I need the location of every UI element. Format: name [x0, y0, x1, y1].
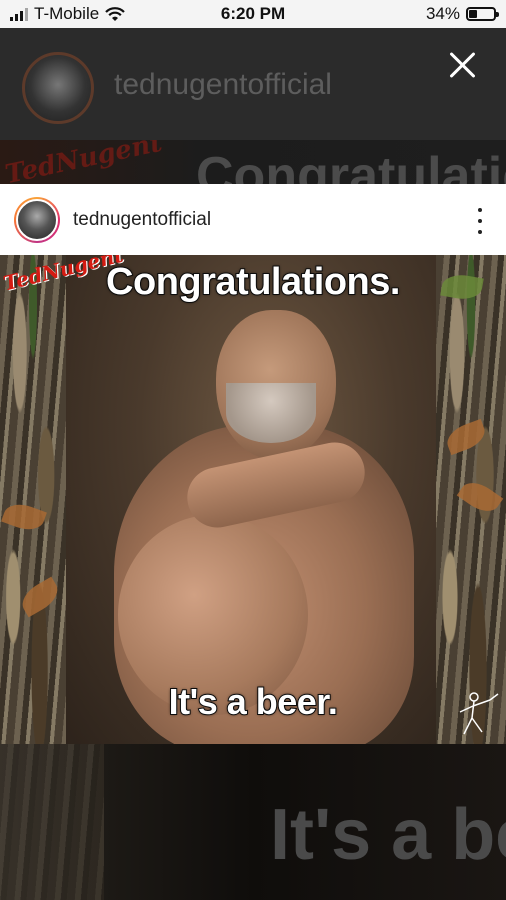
story-image-text-top: Congratulations. [196, 147, 506, 184]
close-button[interactable] [444, 46, 482, 84]
battery-percent: 34% [425, 4, 460, 23]
status-bar: T-Mobile 6:20 PM 34% [0, 0, 506, 28]
meme-caption-top: Congratulations. [105, 260, 401, 304]
status-right: 34% [425, 4, 499, 24]
avatar[interactable] [14, 197, 60, 243]
camo-border-left [0, 255, 66, 744]
post-username[interactable]: tednugentofficial [73, 209, 211, 231]
battery-icon [466, 7, 499, 21]
more-vertical-icon[interactable] [474, 208, 486, 234]
story-background-image-bottom: It's a beer [0, 744, 506, 900]
story-image-text-bottom: It's a beer [270, 795, 506, 875]
story-watermark: TedNugent [2, 140, 165, 184]
story-avatar [22, 52, 94, 124]
meme-caption-bottom: It's a beer. [168, 680, 339, 723]
stick-figure-icon [459, 692, 499, 735]
story-background-header: tednugentofficial [0, 28, 506, 140]
camo-border-right [436, 255, 506, 744]
meme-photo [66, 255, 436, 744]
story-username: tednugentofficial [114, 68, 332, 101]
story-background-image-top: TedNugent Congratulations. [0, 140, 506, 184]
post-header[interactable]: tednugentofficial [0, 184, 506, 255]
post-image[interactable]: TedNugent Congratulations. It's a beer. [0, 255, 506, 744]
